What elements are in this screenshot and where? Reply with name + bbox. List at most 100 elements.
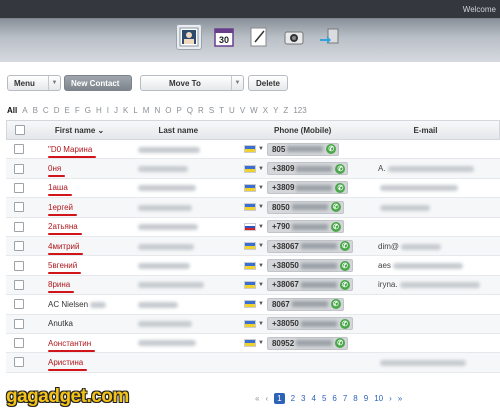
email-text[interactable]: aes bbox=[378, 261, 391, 270]
alphabet-letter[interactable]: Z bbox=[283, 106, 288, 115]
call-icon[interactable]: ✆ bbox=[339, 279, 350, 290]
chevron-down-icon[interactable]: ▼ bbox=[258, 204, 264, 210]
page-link[interactable]: 5 bbox=[322, 394, 326, 403]
first-name-link[interactable]: Aонстантин bbox=[48, 339, 91, 348]
menu-dropdown[interactable]: Menu ▼ bbox=[7, 75, 61, 91]
table-row[interactable]: 2атьяна ▼ +790 ✆ bbox=[6, 218, 500, 237]
chevron-down-icon[interactable]: ▼ bbox=[258, 340, 264, 346]
email-text[interactable]: iryna. bbox=[378, 280, 398, 289]
country-flag-icon[interactable] bbox=[244, 183, 256, 192]
alphabet-letter[interactable]: Y bbox=[273, 106, 278, 115]
row-checkbox[interactable] bbox=[14, 279, 24, 290]
row-checkbox[interactable] bbox=[14, 163, 24, 174]
row-checkbox[interactable] bbox=[14, 221, 24, 232]
page-link[interactable]: 9 bbox=[364, 394, 368, 403]
phone-number[interactable]: +38050 ✆ bbox=[266, 259, 353, 273]
sync-app-button[interactable] bbox=[316, 24, 342, 50]
column-phone[interactable]: Phone (Mobile) bbox=[238, 126, 371, 135]
email-text[interactable]: A. bbox=[378, 164, 386, 173]
alphabet-letter[interactable]: All bbox=[7, 106, 17, 115]
table-row[interactable]: 8рина ▼ +38067 ✆ iryna. bbox=[6, 275, 500, 296]
page-link[interactable]: 4 bbox=[311, 394, 315, 403]
alphabet-letter[interactable]: 123 bbox=[293, 106, 306, 115]
page-link[interactable]: 8 bbox=[353, 394, 357, 403]
prev-page-button[interactable]: ‹ bbox=[265, 394, 268, 403]
next-page-button[interactable]: › bbox=[389, 394, 392, 403]
chevron-down-icon[interactable]: ▼ bbox=[258, 146, 264, 152]
country-flag-icon[interactable] bbox=[244, 339, 256, 348]
page-link[interactable]: 3 bbox=[301, 394, 305, 403]
chevron-down-icon[interactable]: ▼ bbox=[258, 301, 264, 307]
alphabet-letter[interactable]: V bbox=[240, 106, 245, 115]
alphabet-letter[interactable]: X bbox=[263, 106, 268, 115]
alphabet-letter[interactable]: R bbox=[198, 106, 204, 115]
alphabet-letter[interactable]: E bbox=[64, 106, 69, 115]
alphabet-letter[interactable]: I bbox=[107, 106, 109, 115]
first-name-link[interactable]: 2атьяна bbox=[48, 222, 78, 231]
chevron-down-icon[interactable]: ▼ bbox=[258, 263, 264, 269]
table-row[interactable]: 1аша ▼ +3809 ✆ bbox=[6, 179, 500, 199]
table-row[interactable]: 5вгений ▼ +38050 ✆ aes bbox=[6, 256, 500, 276]
table-row[interactable]: 0ня ▼ +3809 ✆ A. bbox=[6, 159, 500, 179]
page-link[interactable]: 7 bbox=[343, 394, 347, 403]
row-checkbox[interactable] bbox=[14, 202, 24, 213]
call-icon[interactable]: ✆ bbox=[326, 144, 337, 155]
column-email[interactable]: E-mail bbox=[371, 126, 499, 135]
alphabet-letter[interactable]: P bbox=[176, 106, 181, 115]
chevron-down-icon[interactable]: ▼ bbox=[258, 224, 264, 230]
table-row[interactable]: Anutka ▼ +38050 ✆ bbox=[6, 314, 500, 334]
page-link[interactable]: 1 bbox=[274, 393, 285, 404]
alphabet-letter[interactable]: W bbox=[250, 106, 258, 115]
country-flag-icon[interactable] bbox=[244, 280, 256, 289]
row-checkbox[interactable] bbox=[14, 299, 24, 310]
table-row[interactable]: "D0 Марина ▼ 805 ✆ bbox=[6, 140, 500, 160]
call-icon[interactable]: ✆ bbox=[330, 299, 341, 310]
first-name-link[interactable]: 8рина bbox=[48, 280, 70, 289]
first-name-link[interactable]: 1аша bbox=[48, 183, 68, 192]
call-icon[interactable]: ✆ bbox=[330, 221, 341, 232]
first-name-link[interactable]: 1ергей bbox=[48, 203, 73, 212]
alphabet-letter[interactable]: Q bbox=[187, 106, 193, 115]
chevron-down-icon[interactable]: ▼ bbox=[258, 166, 264, 172]
phone-number[interactable]: 80952 ✆ bbox=[266, 336, 349, 350]
column-first-name[interactable]: First name ⌄ bbox=[33, 126, 129, 135]
call-icon[interactable]: ✆ bbox=[335, 163, 346, 174]
first-name-link[interactable]: 5вгений bbox=[48, 261, 77, 270]
table-row[interactable]: 1ергей ▼ 8050 ✆ bbox=[6, 198, 500, 218]
country-flag-icon[interactable] bbox=[244, 145, 256, 154]
column-last-name[interactable]: Last name bbox=[128, 126, 238, 135]
phone-number[interactable]: 8050 ✆ bbox=[266, 200, 344, 214]
row-checkbox[interactable] bbox=[14, 357, 24, 368]
alphabet-letter[interactable]: F bbox=[75, 106, 80, 115]
row-checkbox[interactable] bbox=[14, 338, 24, 349]
country-flag-icon[interactable] bbox=[244, 261, 256, 270]
country-flag-icon[interactable] bbox=[244, 242, 256, 251]
phone-number[interactable]: +38067 ✆ bbox=[266, 239, 353, 253]
phone-number[interactable]: +38050 ✆ bbox=[266, 317, 353, 331]
call-icon[interactable]: ✆ bbox=[335, 338, 346, 349]
row-checkbox[interactable] bbox=[14, 182, 24, 193]
alphabet-letter[interactable]: C bbox=[43, 106, 49, 115]
chevron-down-icon[interactable]: ▼ bbox=[258, 243, 264, 249]
country-flag-icon[interactable] bbox=[244, 164, 256, 173]
row-checkbox[interactable] bbox=[14, 241, 24, 252]
first-name-link[interactable]: AC Nielsen bbox=[48, 300, 88, 309]
alphabet-letter[interactable]: B bbox=[33, 106, 38, 115]
country-flag-icon[interactable] bbox=[244, 222, 256, 231]
alphabet-letter[interactable]: D bbox=[54, 106, 60, 115]
call-icon[interactable]: ✆ bbox=[335, 182, 346, 193]
alphabet-letter[interactable]: U bbox=[229, 106, 235, 115]
last-page-button[interactable]: » bbox=[398, 394, 402, 403]
chevron-down-icon[interactable]: ▼ bbox=[258, 185, 264, 191]
phone-number[interactable]: +38067 ✆ bbox=[266, 278, 353, 292]
first-name-link[interactable]: 0ня bbox=[48, 164, 61, 173]
first-name-link[interactable]: Аристина bbox=[48, 358, 83, 367]
first-name-link[interactable]: 4митрий bbox=[48, 242, 79, 251]
new-contact-button[interactable]: New Contact bbox=[64, 75, 132, 91]
table-row[interactable]: Aонстантин ▼ 80952 ✆ bbox=[6, 334, 500, 354]
page-link[interactable]: 2 bbox=[291, 394, 295, 403]
phone-number[interactable]: +790 ✆ bbox=[266, 220, 344, 234]
alphabet-letter[interactable]: K bbox=[123, 106, 128, 115]
call-icon[interactable]: ✆ bbox=[330, 202, 341, 213]
first-name-link[interactable]: Anutka bbox=[48, 319, 73, 328]
